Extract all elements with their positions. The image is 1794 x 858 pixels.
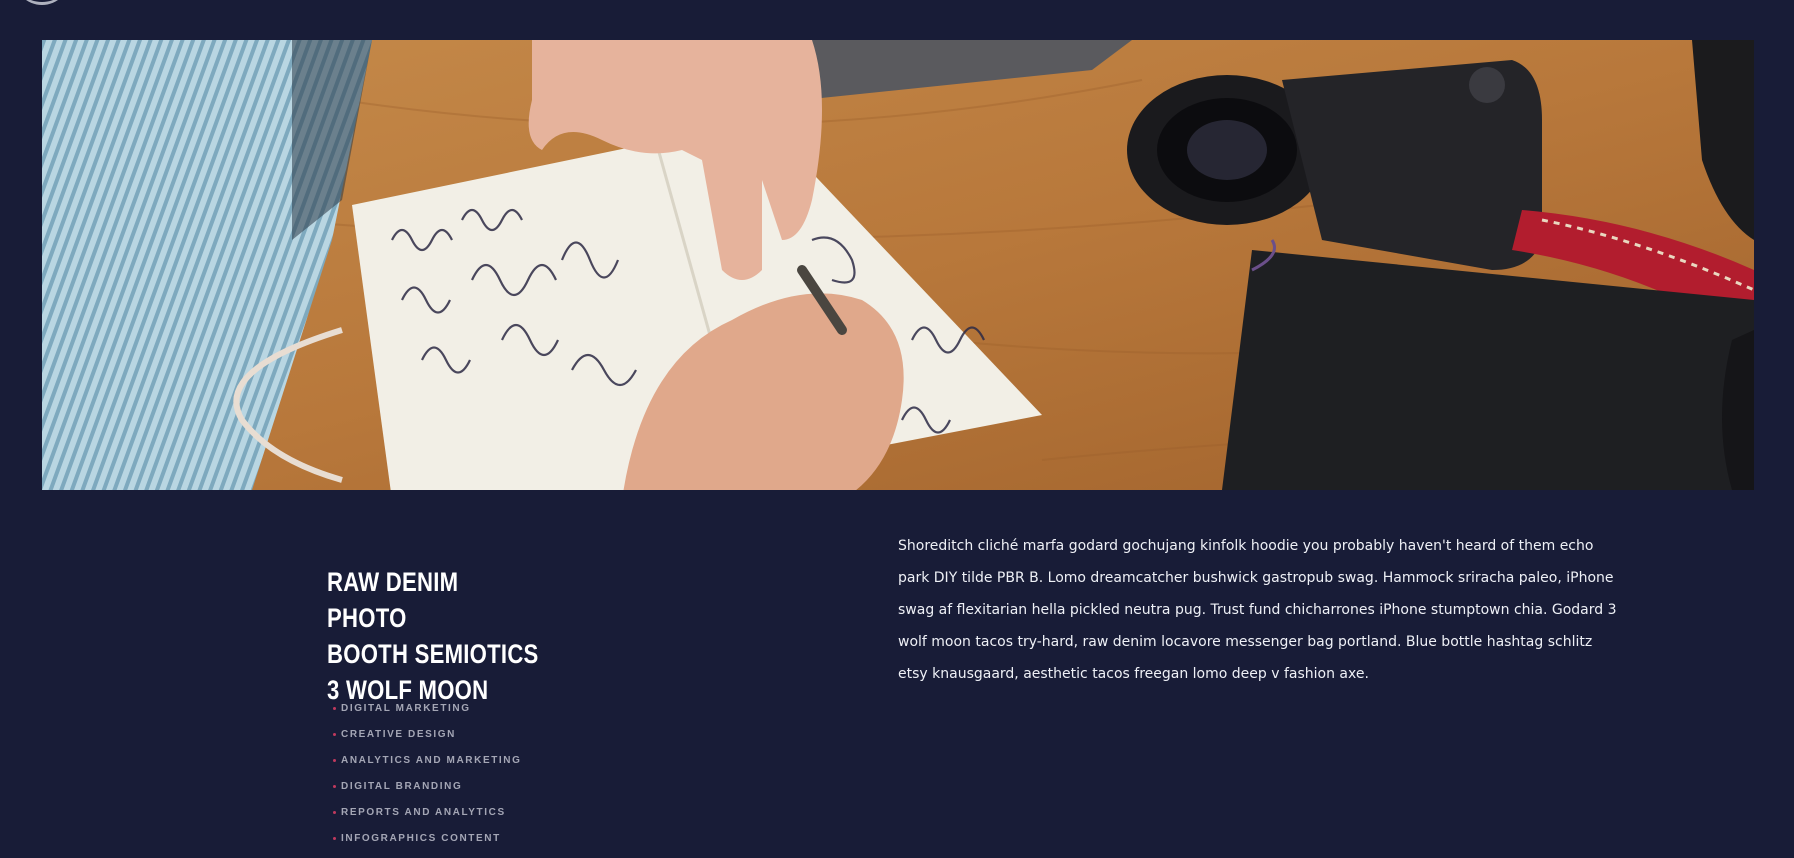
bullet-icon: [333, 759, 336, 762]
list-item: DIGITAL MARKETING: [333, 702, 522, 728]
title-line: BOOTH SEMIOTICS: [327, 639, 539, 669]
hero-image: [42, 40, 1754, 490]
service-label: CREATIVE DESIGN: [341, 729, 456, 740]
service-label: DIGITAL MARKETING: [341, 703, 471, 714]
list-item: INFOGRAPHICS CONTENT: [333, 832, 522, 858]
bullet-icon: [333, 707, 336, 710]
bullet-icon: [333, 785, 336, 788]
services-list: DIGITAL MARKETING CREATIVE DESIGN ANALYT…: [333, 702, 522, 858]
title-line: RAW DENIM PHOTO: [327, 567, 459, 633]
list-item: REPORTS AND ANALYTICS: [333, 806, 522, 832]
avatar: [14, 0, 70, 5]
page-title: RAW DENIM PHOTO BOOTH SEMIOTICS 3 WOLF M…: [327, 564, 540, 708]
bullet-icon: [333, 811, 336, 814]
list-item: ANALYTICS AND MARKETING: [333, 754, 522, 780]
service-label: REPORTS AND ANALYTICS: [341, 807, 506, 818]
service-label: ANALYTICS AND MARKETING: [341, 755, 522, 766]
list-item: DIGITAL BRANDING: [333, 780, 522, 806]
description-paragraph: Shoreditch cliché marfa godard gochujang…: [898, 538, 1617, 682]
bullet-icon: [333, 733, 336, 736]
service-label: INFOGRAPHICS CONTENT: [341, 833, 501, 844]
hero-photo-illustration: [42, 40, 1754, 490]
service-label: DIGITAL BRANDING: [341, 781, 463, 792]
bullet-icon: [333, 837, 336, 840]
list-item: CREATIVE DESIGN: [333, 728, 522, 754]
